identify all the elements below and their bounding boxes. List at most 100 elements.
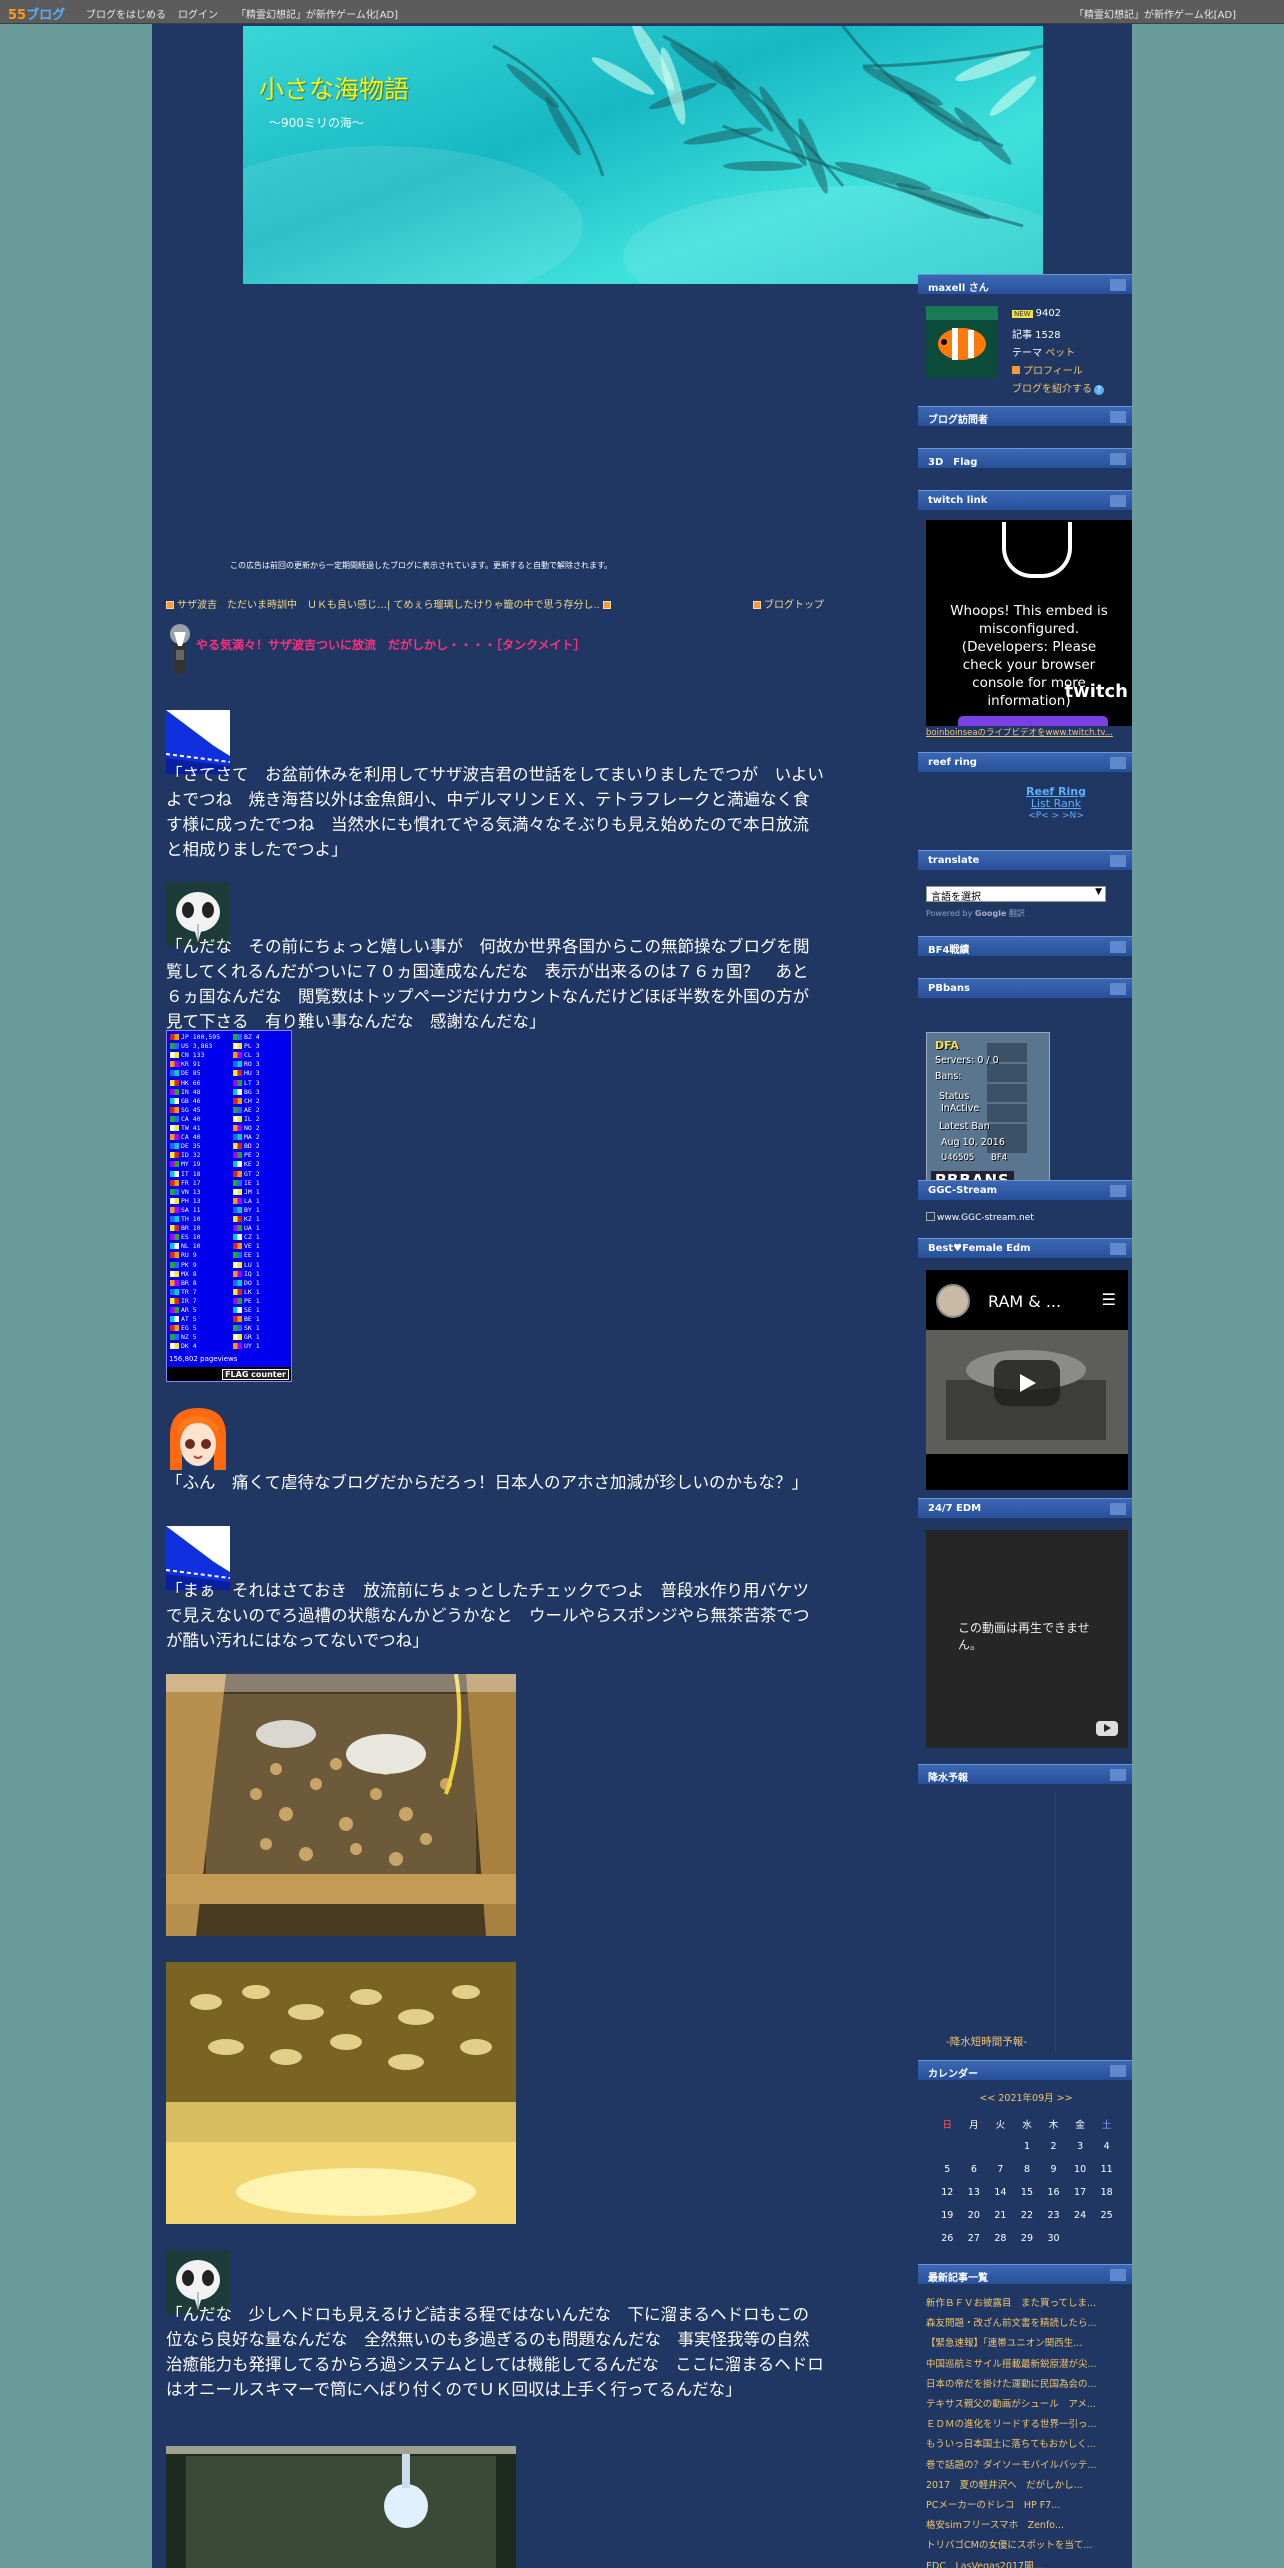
reefring-nav[interactable]: <P< > >N>: [1026, 810, 1086, 822]
country-flag-icon: [233, 1297, 242, 1304]
calendar-day[interactable]: 15: [1014, 2181, 1041, 2204]
introduce-link[interactable]: ブログを紹介する: [1012, 384, 1092, 395]
sidebar-user-name[interactable]: maxell さん: [928, 283, 989, 294]
youtube-embed-2[interactable]: この動画は再生できません。: [926, 1530, 1128, 1748]
recent-article-link[interactable]: 森友問題・改ざん前文書を精読したら...: [926, 2314, 1126, 2334]
sidebar-calendar-title: カレンダー: [928, 2069, 978, 2080]
calendar-month-nav[interactable]: << 2021年09月 >>: [926, 2090, 1126, 2104]
login-link[interactable]: ログイン: [178, 6, 218, 21]
country-count: GR 1: [244, 1333, 260, 1342]
calendar-day[interactable]: 11: [1093, 2158, 1120, 2181]
recent-article-link[interactable]: 格安simフリースマホ Zenfo...: [926, 2516, 1126, 2536]
calendar-day[interactable]: 25: [1093, 2204, 1120, 2227]
ggc-link-row: www.GGC-stream.net: [926, 1212, 1034, 1223]
site-logo[interactable]: 55ブログ: [8, 4, 65, 23]
recent-article-link[interactable]: 新作ＢＦＶお披露目 また買ってしま...: [926, 2294, 1126, 2314]
calendar-day[interactable]: 3: [1067, 2135, 1094, 2158]
recent-article-link[interactable]: 日本の帝だを掛けた運動に民国為会の...: [926, 2375, 1126, 2395]
recent-article-link[interactable]: テキサス親父の動画がシュール アメ...: [926, 2395, 1126, 2415]
ggc-link[interactable]: www.GGC-stream.net: [937, 1213, 1034, 1223]
calendar-day[interactable]: 29: [1014, 2227, 1041, 2250]
calendar-day[interactable]: 2: [1040, 2135, 1067, 2158]
calendar-day[interactable]: 5: [934, 2158, 961, 2181]
calendar-day[interactable]: 12: [934, 2181, 961, 2204]
recent-article-link[interactable]: 巻で話題の？ダイソーモバイルバッテ...: [926, 2456, 1126, 2476]
calendar-day[interactable]: 16: [1040, 2181, 1067, 2204]
clownfish-avatar[interactable]: [926, 306, 998, 378]
rain-forecast-link[interactable]: -降水短時間予報-: [946, 2034, 1027, 2049]
calendar-day[interactable]: 21: [987, 2204, 1014, 2227]
calendar-day[interactable]: 22: [1014, 2204, 1041, 2227]
blog-top-link[interactable]: ブログトップ: [764, 600, 824, 611]
recent-article-link[interactable]: 【緊急速報】「連帯ユニオン関西生...: [926, 2334, 1126, 2354]
reefring-list-link[interactable]: List: [1031, 797, 1050, 810]
calendar-day[interactable]: 9: [1040, 2158, 1067, 2181]
country-flag-icon: [170, 1034, 179, 1040]
twitch-embed[interactable]: Whoops! This embed is misconfigured. (De…: [926, 520, 1132, 726]
calendar-day[interactable]: 13: [961, 2181, 988, 2204]
twitch-channel-link[interactable]: boinboinseaのライブビデオをwww.twitch.tv...: [926, 728, 1113, 738]
video-title[interactable]: RAM & ...: [988, 1292, 1061, 1311]
recent-article-link[interactable]: 中国巡航ミサイル搭載最新鋭原潜が尖...: [926, 2355, 1126, 2375]
calendar-day[interactable]: 1: [1014, 2135, 1041, 2158]
recent-article-link[interactable]: 2017 夏の軽井沢へ だがしかし...: [926, 2476, 1126, 2496]
post-title[interactable]: やる気満々！サザ波吉ついに放流 だがしかし・・・・［タンクメイト］: [196, 636, 586, 653]
youtube-logo-icon[interactable]: [1096, 1721, 1118, 1736]
calendar-day[interactable]: 8: [1014, 2158, 1041, 2181]
calendar-day[interactable]: 10: [1067, 2158, 1094, 2181]
prev-post-link[interactable]: サザ波吉 ただいま時訓中 ＵＫも良い感じ…| てめぇら瑠璃したけりゃ籠の中で思う…: [177, 600, 600, 611]
ad-link-left[interactable]: 「精霊幻想記」が新作ゲーム化[AD]: [236, 6, 398, 21]
calendar-day[interactable]: 20: [961, 2204, 988, 2227]
calendar-day[interactable]: 4: [1093, 2135, 1120, 2158]
calendar-day[interactable]: 23: [1040, 2204, 1067, 2227]
channel-avatar[interactable]: [936, 1284, 970, 1318]
language-select[interactable]: 言語を選択 ▼: [926, 886, 1106, 903]
country-count: BR 10: [181, 1224, 201, 1233]
skimmer-photo[interactable]: [166, 2446, 516, 2568]
reefring-rank-link[interactable]: Rank: [1054, 797, 1081, 810]
calendar-day[interactable]: 14: [987, 2181, 1014, 2204]
recent-article-link[interactable]: もういっ日本国土に落ちてもおかしく...: [926, 2435, 1126, 2455]
pbbans-widget[interactable]: DFA Servers: 0 / 0 Bans: Status InActive…: [926, 1032, 1050, 1192]
calendar-day[interactable]: 7: [987, 2158, 1014, 2181]
country-count: PH 13: [181, 1196, 201, 1205]
recent-article-link[interactable]: PCメーカーのドレコ HP F7...: [926, 2496, 1126, 2516]
calendar-day[interactable]: 24: [1067, 2204, 1094, 2227]
blog-title[interactable]: 小さな海物語: [259, 70, 409, 106]
recent-article-link[interactable]: EDC LasVegas2017開...: [926, 2557, 1126, 2568]
country-flag-icon: [170, 1288, 179, 1295]
calendar-day[interactable]: 19: [934, 2204, 961, 2227]
palm-leaves-graphic: [492, 26, 1043, 228]
post-paragraph-5: 「んだな 少しヘドロも見えるけど詰まる程ではないんだな 下に溜まるヘドロもこの位…: [166, 2305, 824, 2399]
youtube-embed-1[interactable]: RAM & ... ☰: [926, 1270, 1128, 1490]
chevron-down-icon: ▼: [1095, 887, 1102, 897]
flag-counter-widget[interactable]: JP 100,595 BZ 4 US 3,863 PL 3 CN 133 CL 3 KR 9…: [166, 1030, 292, 1382]
post-paragraph-4: 「まぁ それはさておき 放流前にちょっとしたチェックでつよ 普段水作り用バケツで…: [166, 1581, 810, 1650]
twitch-button[interactable]: [958, 716, 1108, 726]
filter-media-photo[interactable]: [166, 1962, 516, 2224]
calendar-day[interactable]: 6: [961, 2158, 988, 2181]
nav-bullet-icon: [166, 601, 174, 609]
calendar-day[interactable]: 28: [987, 2227, 1014, 2250]
country-flag-icon: [170, 1279, 179, 1286]
filter-sump-photo[interactable]: [166, 1674, 516, 1936]
user-theme-link[interactable]: ペット: [1045, 348, 1075, 359]
calendar-day[interactable]: 30: [1040, 2227, 1067, 2250]
recent-article-link[interactable]: ＥＤＭの進化をリードする世界一引っ...: [926, 2415, 1126, 2435]
start-blog-link[interactable]: ブログをはじめる: [86, 6, 166, 21]
country-flag-icon: [170, 1297, 179, 1304]
play-button[interactable]: [994, 1360, 1060, 1406]
profile-link[interactable]: プロフィール: [1023, 366, 1083, 377]
translate-word[interactable]: 翻訳: [1009, 909, 1025, 918]
recent-article-link[interactable]: トリバゴCMの女優にスポットを当て...: [926, 2536, 1126, 2556]
calendar-day[interactable]: 17: [1067, 2181, 1094, 2204]
country-flag-icon: [233, 1179, 242, 1186]
calendar-day[interactable]: 18: [1093, 2181, 1120, 2204]
playlist-icon[interactable]: ☰: [1102, 1290, 1116, 1309]
ad-link-right[interactable]: 「精霊幻想記」が新作ゲーム化[AD]: [1074, 6, 1236, 21]
help-icon[interactable]: ?: [1094, 385, 1104, 395]
calendar-weekday: 月: [969, 2119, 979, 2131]
header-decoration: [1110, 2065, 1126, 2077]
calendar-day[interactable]: 26: [934, 2227, 961, 2250]
calendar-day[interactable]: 27: [961, 2227, 988, 2250]
